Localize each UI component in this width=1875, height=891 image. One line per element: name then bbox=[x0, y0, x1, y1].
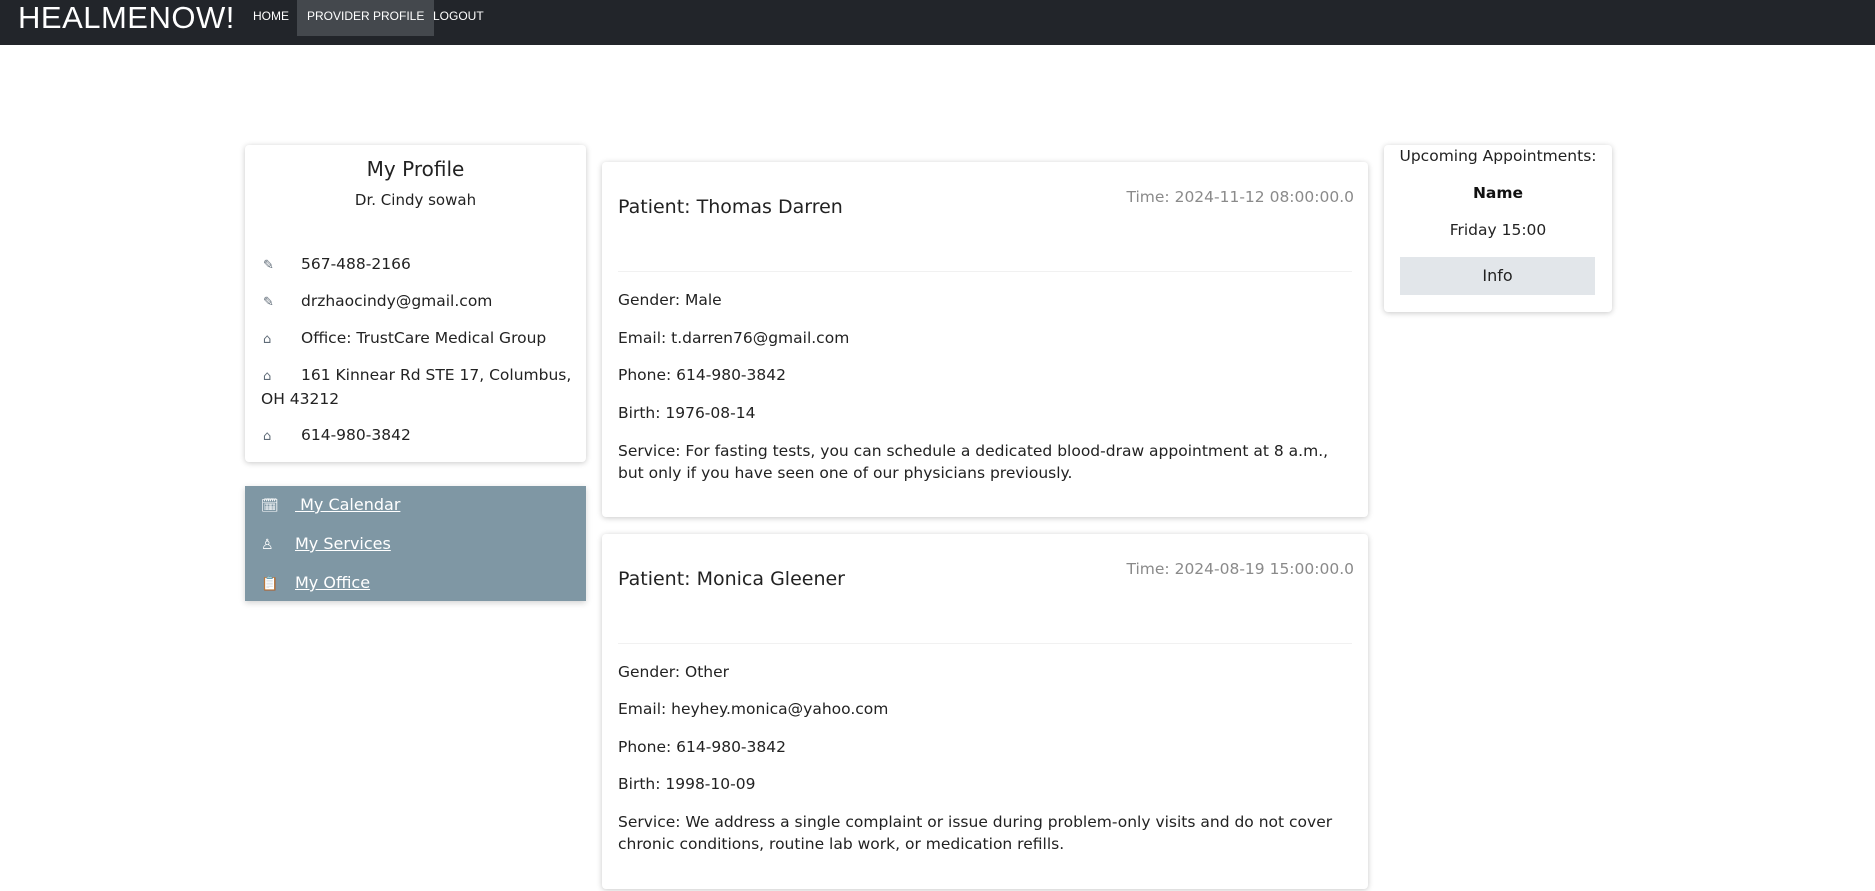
patient-card: Patient: Monica Gleener Time: 2024-08-19… bbox=[602, 534, 1368, 889]
home-icon: ⌂ bbox=[263, 429, 272, 444]
menu-item-my-calendar[interactable]: 🗓 My Calendar bbox=[261, 492, 400, 518]
clipboard-icon: 📋 bbox=[261, 576, 279, 592]
appointments-heading: Upcoming Appointments: bbox=[1399, 147, 1597, 165]
user-doctor-icon: ♙ bbox=[261, 537, 274, 553]
appointment-name-label: Name bbox=[1472, 184, 1524, 202]
menu-item-my-services[interactable]: ♙ My Services bbox=[261, 531, 391, 557]
patient-phone: Phone: 614-980-3842 bbox=[618, 366, 786, 384]
profile-office-phone-row: ⌂ 614-980-3842 bbox=[261, 424, 576, 448]
provider-menu: 🗓 My Calendar ♙ My Services 📋 My Office bbox=[245, 486, 586, 601]
patient-phone: Phone: 614-980-3842 bbox=[618, 738, 786, 756]
profile-phone: 567-488-2166 bbox=[301, 255, 411, 273]
top-navbar: HEALMENOW! HOME PROVIDER PROFILE LOGOUT bbox=[0, 0, 1875, 45]
patient-email: Email: heyhey.monica@yahoo.com bbox=[618, 700, 889, 718]
patient-gender: Gender: Male bbox=[618, 291, 722, 309]
home-icon: ⌂ bbox=[263, 332, 272, 347]
menu-item-label[interactable]: My Calendar bbox=[295, 495, 400, 514]
upcoming-appointments-card: Upcoming Appointments: Name Friday 15:00… bbox=[1384, 145, 1612, 312]
profile-email-row: ✎ drzhaocindy@gmail.com bbox=[261, 290, 576, 314]
profile-email: drzhaocindy@gmail.com bbox=[301, 292, 493, 310]
home-icon: ⌂ bbox=[263, 369, 272, 384]
divider bbox=[618, 271, 1352, 272]
calendar-check-icon: 🗓 bbox=[261, 498, 279, 514]
patient-name: Patient: Monica Gleener bbox=[618, 568, 845, 590]
patient-birth: Birth: 1976-08-14 bbox=[618, 404, 756, 422]
patient-service: Service: For fasting tests, you can sche… bbox=[618, 442, 1329, 482]
patient-gender: Gender: Other bbox=[618, 663, 730, 681]
profile-address-row: ⌂ 161 Kinnear Rd STE 17, Columbus, OH 432… bbox=[261, 364, 576, 411]
nav-home[interactable]: HOME bbox=[243, 0, 299, 36]
profile-office-phone: 614-980-3842 bbox=[301, 426, 411, 444]
patient-birth: Birth: 1998-10-09 bbox=[618, 775, 756, 793]
patient-card: Patient: Thomas Darren Time: 2024-11-12 … bbox=[602, 162, 1368, 517]
profile-address: 161 Kinnear Rd STE 17, Columbus, OH 4321… bbox=[261, 366, 572, 408]
nav-provider-profile[interactable]: PROVIDER PROFILE bbox=[297, 0, 435, 36]
patient-email: Email: t.darren76@gmail.com bbox=[618, 329, 850, 347]
divider bbox=[618, 643, 1352, 644]
brand-logo[interactable]: HEALMENOW! bbox=[18, 0, 235, 38]
pencil-icon: ✎ bbox=[263, 295, 274, 310]
menu-item-label[interactable]: My Services bbox=[295, 534, 391, 553]
menu-item-label[interactable]: My Office bbox=[295, 573, 370, 592]
pencil-icon: ✎ bbox=[263, 258, 274, 273]
profile-phone-row: ✎ 567-488-2166 bbox=[261, 253, 576, 277]
appointment-time: Time: 2024-11-12 08:00:00.0 bbox=[1126, 188, 1355, 206]
info-button[interactable]: Info bbox=[1400, 257, 1595, 295]
patient-name: Patient: Thomas Darren bbox=[618, 196, 843, 218]
profile-office: Office: TrustCare Medical Group bbox=[301, 329, 547, 347]
profile-card: My Profile Dr. Cindy sowah ✎ 567-488-2166… bbox=[245, 145, 586, 462]
profile-title: My Profile bbox=[366, 157, 465, 181]
nav-logout[interactable]: LOGOUT bbox=[423, 0, 494, 36]
provider-name: Dr. Cindy sowah bbox=[354, 191, 477, 209]
appointment-time: Friday 15:00 bbox=[1449, 221, 1547, 239]
profile-office-row: ⌂ Office: TrustCare Medical Group bbox=[261, 327, 576, 351]
appointment-time: Time: 2024-08-19 15:00:00.0 bbox=[1126, 560, 1355, 578]
patient-service: Service: We address a single complaint o… bbox=[618, 813, 1333, 853]
menu-item-my-office[interactable]: 📋 My Office bbox=[261, 570, 370, 596]
